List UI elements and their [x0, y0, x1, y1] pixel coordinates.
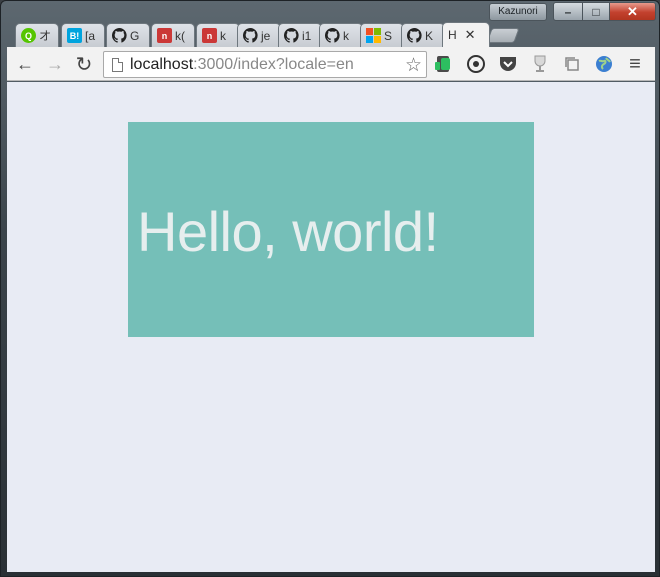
- github-icon: [325, 28, 340, 43]
- browser-toolbar: ← → ↻ localhost:3000/index?locale=en ☆: [7, 47, 655, 81]
- copy-icon[interactable]: [561, 53, 583, 75]
- hamburger-menu-icon: ≡: [629, 52, 641, 75]
- back-button[interactable]: ←: [13, 52, 37, 76]
- new-tab-button[interactable]: [486, 28, 520, 43]
- tab[interactable]: i1: [278, 23, 322, 47]
- tab-title: k: [220, 28, 226, 43]
- reload-button[interactable]: ↻: [72, 52, 96, 76]
- tab[interactable]: je: [237, 23, 281, 47]
- url-path: :3000/index?locale=en: [193, 55, 354, 73]
- title-bar: Kazunori – □ ✕: [1, 1, 659, 23]
- forward-button[interactable]: →: [43, 52, 67, 76]
- tab[interactable]: S: [360, 23, 404, 47]
- tab-title: H: [448, 28, 457, 42]
- hatena-bookmark-icon: B!: [67, 28, 82, 43]
- menu-button[interactable]: ≡: [623, 52, 647, 76]
- arrow-left-icon: ←: [16, 53, 34, 74]
- npm-icon: n: [157, 28, 172, 43]
- npm-icon: n: [202, 28, 217, 43]
- tab[interactable]: B! [a: [61, 23, 105, 47]
- close-window-button[interactable]: ✕: [609, 2, 656, 21]
- tab-title: K: [425, 28, 434, 43]
- bookmark-star-icon[interactable]: ☆: [405, 54, 422, 77]
- tab[interactable]: n k(: [151, 23, 195, 47]
- evernote-icon[interactable]: [433, 53, 455, 75]
- tab-active[interactable]: H ✕: [442, 22, 490, 47]
- github-icon: [243, 28, 258, 43]
- microsoft-icon: [366, 28, 381, 43]
- maximize-button[interactable]: □: [582, 2, 610, 21]
- page-icon: [112, 57, 123, 72]
- github-icon: [407, 28, 422, 43]
- minimize-icon: –: [564, 4, 572, 19]
- page-heading: Hello, world!: [137, 199, 439, 263]
- github-icon: [284, 28, 299, 43]
- browser-window: Kazunori – □ ✕ Q オ B! [a G n k(n k je i…: [0, 0, 660, 577]
- trophy-icon[interactable]: [529, 53, 551, 75]
- record-icon[interactable]: [465, 53, 487, 75]
- profile-button[interactable]: Kazunori: [489, 3, 547, 21]
- pocket-icon[interactable]: [497, 53, 519, 75]
- tab-title: [a: [85, 28, 96, 43]
- tab-title: S: [384, 28, 393, 43]
- reload-icon: ↻: [75, 53, 93, 76]
- tab-title: je: [261, 28, 271, 43]
- arrow-right-icon: →: [46, 53, 64, 74]
- maximize-icon: □: [592, 4, 600, 19]
- globe-icon[interactable]: [593, 53, 615, 75]
- qiita-icon: Q: [21, 28, 36, 43]
- tab[interactable]: G: [106, 23, 150, 47]
- hello-banner: Hello, world!: [128, 122, 534, 337]
- page-viewport: Hello, world!: [7, 82, 655, 572]
- tab-title: G: [130, 28, 140, 43]
- close-icon: ✕: [627, 4, 638, 19]
- tab-title: k: [343, 28, 349, 43]
- address-bar[interactable]: localhost:3000/index?locale=en ☆: [103, 51, 427, 78]
- tab-strip: Q オ B! [a G n k( n k je i1 k S K H ✕: [1, 21, 659, 47]
- tab-title: オ: [39, 29, 52, 43]
- tab[interactable]: n k: [196, 23, 240, 47]
- minimize-button[interactable]: –: [553, 2, 583, 21]
- tab-title: k(: [175, 28, 185, 43]
- url-host: localhost: [130, 55, 194, 73]
- github-icon: [112, 28, 127, 43]
- tab[interactable]: k: [319, 23, 363, 47]
- tab[interactable]: Q オ: [15, 23, 59, 47]
- tab-title: i1: [302, 28, 312, 43]
- close-tab-icon[interactable]: ✕: [465, 27, 476, 43]
- tab[interactable]: K: [401, 23, 445, 47]
